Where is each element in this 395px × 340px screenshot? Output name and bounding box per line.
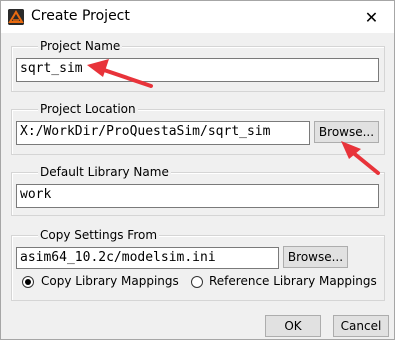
project-location-browse-button[interactable]: Browse...	[314, 121, 379, 143]
project-location-label: Project Location	[38, 102, 138, 116]
project-name-input[interactable]: sqrt_sim	[16, 58, 379, 82]
close-icon[interactable]: ✕	[349, 1, 394, 33]
modelsim-logo-icon	[8, 9, 24, 25]
project-name-label: Project Name	[38, 39, 123, 53]
copy-settings-label: Copy Settings From	[38, 228, 160, 242]
cancel-button[interactable]: Cancel	[333, 315, 389, 337]
ok-button[interactable]: OK	[265, 315, 321, 337]
create-project-dialog: Create Project ✕ Project Name sqrt_sim P…	[0, 0, 395, 340]
default-library-label: Default Library Name	[38, 165, 171, 179]
copy-settings-browse-button[interactable]: Browse...	[283, 246, 348, 268]
copy-settings-input[interactable]: asim64_10.2c/modelsim.ini	[16, 247, 279, 269]
window-title: Create Project	[31, 8, 130, 24]
project-location-input[interactable]: X:/WorkDir/ProQuestaSim/sqrt_sim	[16, 121, 310, 145]
reference-library-mappings-radio[interactable]	[191, 276, 203, 288]
title-bar[interactable]: Create Project ✕	[1, 1, 394, 33]
reference-library-mappings-label[interactable]: Reference Library Mappings	[209, 274, 377, 288]
default-library-input[interactable]: work	[16, 184, 379, 208]
copy-library-mappings-label[interactable]: Copy Library Mappings	[41, 274, 179, 288]
copy-library-mappings-radio[interactable]	[22, 276, 34, 288]
